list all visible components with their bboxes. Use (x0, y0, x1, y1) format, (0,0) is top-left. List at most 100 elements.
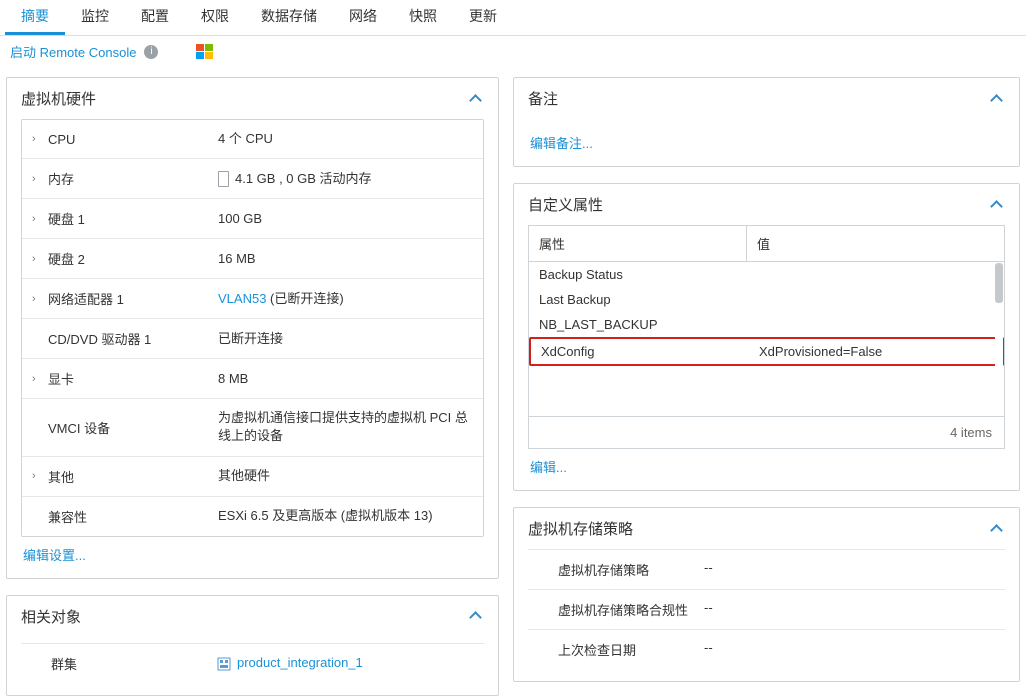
col-attribute[interactable]: 属性 (529, 226, 747, 261)
chevron-up-icon[interactable] (468, 91, 484, 107)
vm-hardware-title: 虚拟机硬件 (21, 88, 96, 109)
vmci-value: 为虚拟机通信接口提供支持的虚拟机 PCI 总线上的设备 (218, 409, 473, 445)
cluster-icon (217, 657, 231, 671)
net-value: VLAN53 (已断开连接) (218, 290, 473, 308)
last-check-label: 上次检查日期 (534, 640, 704, 659)
cpu-value: 4 个 CPU (218, 130, 473, 148)
expand-icon[interactable]: › (32, 470, 48, 482)
storage-policy-title: 虚拟机存储策略 (528, 518, 633, 539)
row-other[interactable]: › 其他 其他硬件 (22, 457, 483, 497)
attr-row[interactable]: Last Backup (529, 287, 1004, 312)
custom-attributes-table: 属性 值 Backup Status Last Backup (528, 225, 1005, 449)
chevron-up-icon[interactable] (468, 608, 484, 624)
edit-attributes-link[interactable]: 编辑... (528, 449, 569, 478)
cpu-label: CPU (48, 132, 218, 147)
edit-settings-link[interactable]: 编辑设置... (21, 537, 88, 566)
storage-policy-value: -- (704, 560, 999, 579)
console-bar: 启动 Remote Console i (0, 36, 1026, 67)
video-label: 显卡 (48, 369, 218, 388)
attr-row[interactable]: Backup Status (529, 262, 1004, 287)
notes-title: 备注 (528, 88, 558, 109)
row-compatibility: 兼容性 ESXi 6.5 及更高版本 (虚拟机版本 13) (22, 497, 483, 536)
expand-icon[interactable]: › (32, 213, 48, 225)
row-network-adapter[interactable]: › 网络适配器 1 VLAN53 (已断开连接) (22, 279, 483, 319)
expand-icon[interactable]: › (32, 373, 48, 385)
cluster-row: 群集 product_integration_1 (21, 643, 484, 683)
compat-value: ESXi 6.5 及更高版本 (虚拟机版本 13) (218, 507, 473, 525)
storage-row: 虚拟机存储策略合规性 -- (528, 590, 1005, 630)
storage-policy-label: 虚拟机存储策略 (534, 560, 704, 579)
windows-icon (196, 44, 214, 60)
tab-datastores[interactable]: 数据存储 (245, 0, 333, 35)
scrollbar[interactable] (995, 263, 1003, 415)
attr-row[interactable]: NB_LAST_BACKUP (529, 312, 1004, 337)
tab-updates[interactable]: 更新 (453, 0, 513, 35)
attr-footer: 4 items (529, 416, 1004, 448)
other-label: 其他 (48, 467, 218, 486)
disk1-value: 100 GB (218, 210, 473, 228)
row-memory[interactable]: › 内存 4.1 GB , 0 GB 活动内存 (22, 159, 483, 199)
related-objects-panel: 相关对象 群集 product_integration_1 (6, 595, 499, 696)
chevron-up-icon[interactable] (989, 521, 1005, 537)
vmci-label: VMCI 设备 (48, 418, 218, 437)
row-cddvd: CD/DVD 驱动器 1 已断开连接 (22, 319, 483, 359)
tab-summary[interactable]: 摘要 (5, 0, 65, 35)
custom-attributes-panel: 自定义属性 属性 值 Backup Status Last (513, 183, 1020, 491)
memory-label: 内存 (48, 169, 218, 188)
attr-name: Last Backup (529, 287, 747, 312)
attr-name: Backup Status (529, 262, 747, 287)
col-value[interactable]: 值 (747, 226, 1004, 261)
storage-compliance-label: 虚拟机存储策略合规性 (534, 600, 704, 619)
attr-name: XdConfig (531, 339, 749, 364)
related-objects-title: 相关对象 (21, 606, 81, 627)
tabs-bar: 摘要 监控 配置 权限 数据存储 网络 快照 更新 (0, 0, 1026, 36)
cluster-link[interactable]: product_integration_1 (237, 655, 363, 670)
launch-remote-console-link[interactable]: 启动 Remote Console (10, 42, 136, 61)
storage-compliance-value: -- (704, 600, 999, 619)
storage-row: 上次检查日期 -- (528, 630, 1005, 669)
vm-hardware-table: › CPU 4 个 CPU › 内存 4.1 GB , 0 GB 活动内存 › … (21, 119, 484, 537)
video-value: 8 MB (218, 370, 473, 388)
expand-icon[interactable]: › (32, 133, 48, 145)
cddvd-label: CD/DVD 驱动器 1 (48, 329, 218, 348)
tab-configure[interactable]: 配置 (125, 0, 185, 35)
memory-value: 4.1 GB , 0 GB 活动内存 (218, 170, 473, 188)
row-video[interactable]: › 显卡 8 MB (22, 359, 483, 399)
attr-header-row: 属性 值 (529, 226, 1004, 262)
tab-networks[interactable]: 网络 (333, 0, 393, 35)
cddvd-value: 已断开连接 (218, 330, 473, 348)
info-icon[interactable]: i (144, 45, 158, 59)
chevron-up-icon[interactable] (989, 197, 1005, 213)
expand-icon[interactable]: › (32, 173, 48, 185)
row-disk1[interactable]: › 硬盘 1 100 GB (22, 199, 483, 239)
expand-icon[interactable]: › (32, 253, 48, 265)
row-cpu[interactable]: › CPU 4 个 CPU (22, 120, 483, 159)
attr-value (747, 287, 1004, 312)
other-value: 其他硬件 (218, 467, 473, 485)
attr-row-highlighted[interactable]: XdConfig XdProvisioned=False (529, 337, 1004, 366)
custom-attributes-title: 自定义属性 (528, 194, 603, 215)
tab-snapshots[interactable]: 快照 (393, 0, 453, 35)
net-label: 网络适配器 1 (48, 289, 218, 308)
attr-value (747, 312, 1004, 337)
scrollbar-thumb[interactable] (995, 263, 1003, 303)
edit-notes-link[interactable]: 编辑备注... (528, 125, 595, 154)
storage-row: 虚拟机存储策略 -- (528, 549, 1005, 590)
last-check-value: -- (704, 640, 999, 659)
cluster-value: product_integration_1 (217, 655, 363, 671)
tab-permissions[interactable]: 权限 (185, 0, 245, 35)
memory-icon (218, 171, 229, 187)
row-vmci: VMCI 设备 为虚拟机通信接口提供支持的虚拟机 PCI 总线上的设备 (22, 399, 483, 456)
disk2-value: 16 MB (218, 250, 473, 268)
vm-hardware-panel: 虚拟机硬件 › CPU 4 个 CPU › 内存 4.1 GB , 0 GB 活… (6, 77, 499, 579)
attr-value: XdProvisioned=False (749, 339, 1002, 364)
vlan-link[interactable]: VLAN53 (218, 291, 266, 306)
row-disk2[interactable]: › 硬盘 2 16 MB (22, 239, 483, 279)
attr-value (747, 262, 1004, 287)
storage-policy-panel: 虚拟机存储策略 虚拟机存储策略 -- 虚拟机存储策略合规性 -- 上次检查日期 … (513, 507, 1020, 682)
notes-panel: 备注 编辑备注... (513, 77, 1020, 167)
expand-icon[interactable]: › (32, 293, 48, 305)
tab-monitor[interactable]: 监控 (65, 0, 125, 35)
attr-name: NB_LAST_BACKUP (529, 312, 747, 337)
chevron-up-icon[interactable] (989, 91, 1005, 107)
